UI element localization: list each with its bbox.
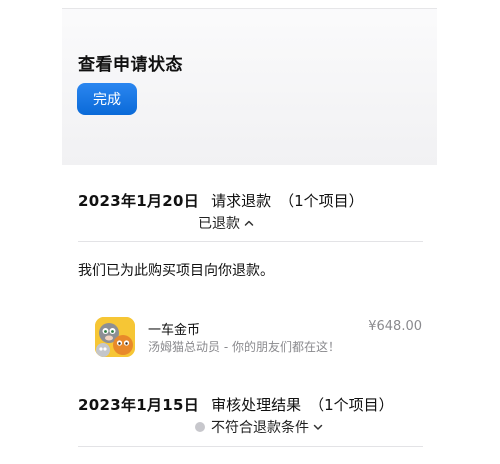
request-count: （1个项目）: [279, 192, 364, 210]
top-divider: [62, 0, 437, 9]
divider: [78, 446, 423, 447]
refund-message: 我们已为此购买项目向你退款。: [78, 263, 274, 279]
divider: [78, 241, 423, 242]
status-toggle-refunded[interactable]: 已退款: [198, 213, 255, 233]
request-type: 请求退款: [211, 192, 272, 210]
request-type: 审核处理结果: [211, 396, 302, 414]
page-title: 查看申请状态: [78, 55, 183, 75]
request-count: （1个项目）: [309, 396, 394, 414]
item-app-name: 汤姆猫总动员 - 你的朋友们都在这！: [148, 340, 340, 354]
chevron-down-icon: [313, 424, 323, 430]
status-toggle-ineligible[interactable]: 不符合退款条件: [195, 417, 324, 437]
talking-tom-app-icon: [95, 317, 135, 357]
request-header-1: 2023年1月20日 请求退款 （1个项目）: [78, 190, 364, 211]
request-status-page: 查看申请状态 完成 2023年1月20日 请求退款 （1个项目） 已退款 我们已为此…: [0, 0, 500, 464]
done-button[interactable]: 完成: [77, 83, 137, 115]
status-dot-icon: [195, 422, 205, 432]
request-date: 2023年1月15日: [78, 396, 200, 414]
request-header-2: 2023年1月15日 审核处理结果 （1个项目）: [78, 394, 394, 415]
chevron-up-icon: [244, 220, 254, 226]
request-date: 2023年1月20日: [78, 192, 200, 210]
item-name: 一车金币: [148, 323, 201, 338]
status-label: 已退款: [198, 216, 240, 232]
status-label: 不符合退款条件: [211, 420, 309, 436]
item-price: ¥648.00: [368, 319, 422, 334]
